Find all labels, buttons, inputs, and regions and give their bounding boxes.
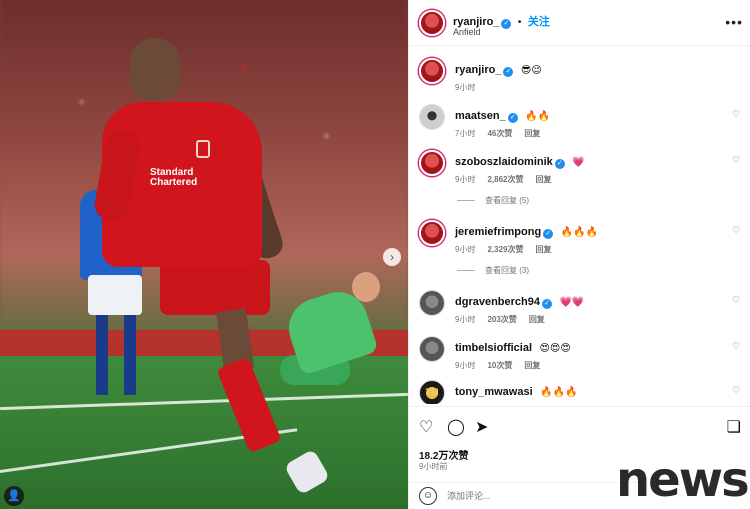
comment-username[interactable]: jeremiefrimpong (455, 226, 541, 238)
verified-badge-icon: ✓ (503, 67, 514, 77)
comment-text: 🔥🔥🔥 (560, 227, 598, 238)
comment-text: 🔥🔥🔥 (540, 387, 578, 398)
caption-body: ryanjiro_ ✓ 😎😉 9小时 (455, 60, 542, 93)
comment-likes[interactable]: 2,329次赞 (487, 245, 523, 254)
reply-button[interactable]: 回复 (529, 315, 545, 324)
comment-body: szoboszlaidominik ✓ 💗 9小时 2,862次赞 回复 (455, 152, 585, 185)
comment-likes[interactable]: 10次赞 (487, 361, 512, 370)
goalkeeper-head (352, 272, 380, 302)
verified-badge-icon: ✓ (554, 159, 565, 169)
comment-text: 🔥🔥 (525, 111, 551, 122)
comment-username[interactable]: dgravenberch94 (455, 296, 540, 308)
reply-button[interactable]: 回复 (524, 129, 540, 138)
save-bookmark-icon[interactable]: ❏ (727, 417, 741, 437)
club-crest-icon (196, 140, 210, 158)
comment-username[interactable]: timbelsiofficial (455, 342, 532, 354)
caption-time: 9小时 (455, 83, 476, 92)
like-comment-icon[interactable]: ♡ (732, 386, 741, 395)
opponent-leg (124, 315, 136, 395)
like-icon[interactable]: ♡ (419, 417, 433, 437)
comment-username[interactable]: tony_mwawasi (455, 386, 533, 398)
comment-icon[interactable]: ◯ (447, 417, 465, 437)
verified-badge-icon: ✓ (541, 299, 552, 309)
comment-body: jeremiefrimpong ✓ 🔥🔥🔥 9小时 2,329次赞 回复 (455, 222, 598, 255)
comment-time: 9小时 (455, 245, 476, 254)
comment-username[interactable]: szoboszlaidominik (455, 156, 553, 168)
next-slide-button[interactable]: › (383, 248, 401, 266)
post-photo: Standard Chartered › 👤 (0, 0, 408, 509)
news-watermark: news (616, 452, 750, 508)
post-time: 9小时前 (419, 462, 448, 471)
like-comment-icon[interactable]: ♡ (732, 342, 741, 351)
shirt-sponsor: Standard Chartered (150, 167, 198, 188)
reply-button[interactable]: 回复 (524, 361, 540, 370)
verified-badge-icon: ✓ (501, 19, 512, 29)
player-shorts (160, 260, 270, 315)
comment-time: 7小时 (455, 129, 476, 138)
comment-likes[interactable]: 46次赞 (487, 129, 512, 138)
more-options-icon[interactable]: ••• (725, 14, 743, 30)
share-icon[interactable]: ➤ (475, 417, 488, 437)
author-avatar[interactable] (419, 58, 445, 84)
reply-button[interactable]: 回复 (535, 175, 551, 184)
comment-body: maatsen_ ✓ 🔥🔥 7小时 46次赞 回复 (455, 106, 550, 139)
opponent-leg (96, 315, 108, 395)
post-likes-count[interactable]: 18.2万次赞 (419, 447, 468, 462)
comment-body: timbelsiofficial 😍😍😍 9小时 10次赞 回复 (455, 338, 571, 371)
comment-time: 9小时 (455, 175, 476, 184)
comment-body: dgravenberch94 ✓ 💗💗 9小时 203次赞 回复 (455, 292, 584, 325)
commenter-avatar[interactable]: TM (419, 380, 445, 404)
verified-badge-icon: ✓ (507, 113, 518, 123)
commenter-avatar[interactable] (419, 290, 445, 316)
caption-text: 😎😉 (520, 65, 542, 76)
tagged-user-icon[interactable]: 👤 (4, 486, 24, 506)
reply-button[interactable]: 回复 (535, 245, 551, 254)
view-replies-button[interactable]: 查看回复 (3) (457, 265, 529, 276)
comment-username[interactable]: maatsen_ (455, 110, 506, 122)
like-comment-icon[interactable]: ♡ (732, 156, 741, 165)
opponent-shorts (88, 275, 142, 315)
comment-text: 😍😍😍 (539, 343, 571, 354)
follow-button[interactable]: 关注 (528, 16, 550, 28)
view-replies-button[interactable]: 查看回复 (5) (457, 195, 529, 206)
commenter-avatar[interactable] (419, 336, 445, 362)
emoji-icon[interactable]: ☺ (419, 487, 437, 505)
verified-badge-icon: ✓ (543, 229, 554, 239)
author-avatar[interactable] (419, 10, 445, 36)
comment-time: 9小时 (455, 315, 476, 324)
comment-likes[interactable]: 203次赞 (487, 315, 516, 324)
commenter-avatar[interactable] (419, 104, 445, 130)
comment-body: tony_mwawasi 🔥🔥🔥 (455, 382, 577, 400)
comment-text: 💗💗 (559, 297, 585, 308)
post-panel: ryanjiro_ ✓ • 关注 Anfield ••• ryanjiro_ ✓ 😎… (408, 0, 750, 509)
caption-username[interactable]: ryanjiro_ (455, 64, 501, 76)
post-location[interactable]: Anfield (453, 27, 481, 37)
post-header: ryanjiro_ ✓ • 关注 Anfield ••• (409, 0, 750, 46)
commenter-avatar[interactable] (419, 150, 445, 176)
like-comment-icon[interactable]: ♡ (732, 226, 741, 235)
player-head (130, 38, 180, 100)
comment-likes[interactable]: 2,862次赞 (487, 175, 523, 184)
comment-item: TM tony_mwawasi 🔥🔥🔥 ♡ (419, 380, 745, 404)
comment-time: 9小时 (455, 361, 476, 370)
comment-text: 💗 (572, 157, 585, 168)
like-comment-icon[interactable]: ♡ (732, 110, 741, 119)
like-comment-icon[interactable]: ♡ (732, 296, 741, 305)
commenter-avatar[interactable] (419, 220, 445, 246)
